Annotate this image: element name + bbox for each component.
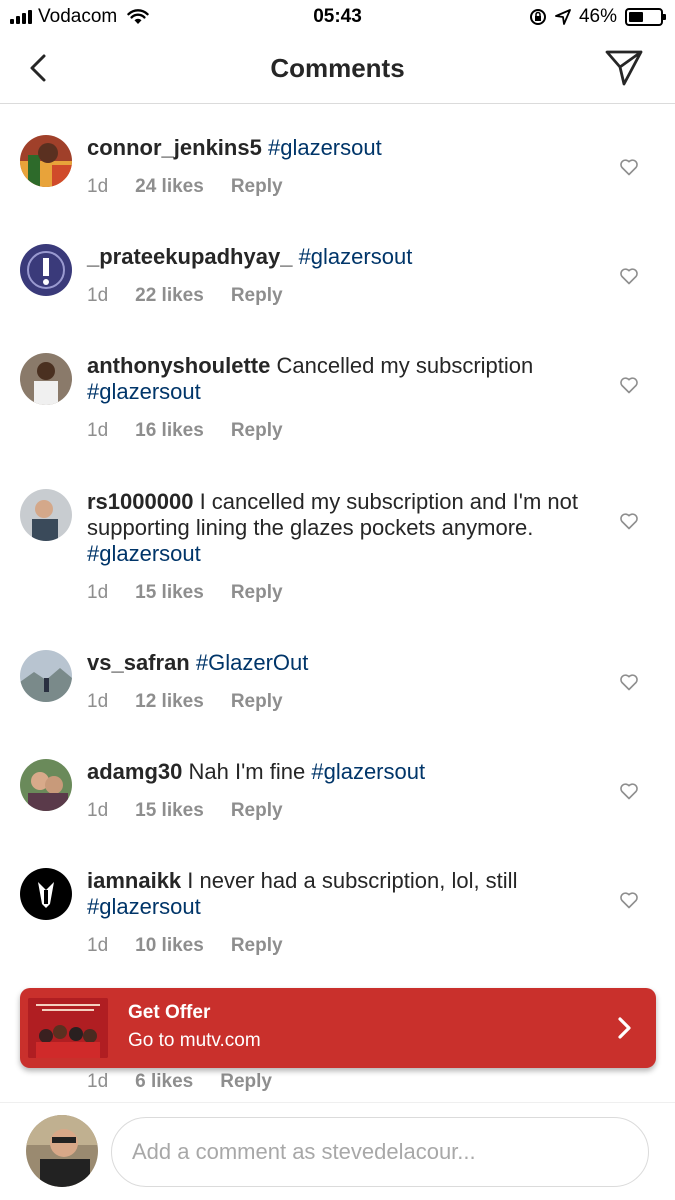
comment-username[interactable]: connor_jenkins5 bbox=[87, 135, 262, 160]
comment-meta: 1d 24 likes Reply bbox=[87, 176, 283, 198]
comment-time: 1d bbox=[87, 176, 109, 197]
heart-icon[interactable] bbox=[619, 890, 639, 910]
comment-likes[interactable]: 15 likes bbox=[135, 582, 204, 604]
reply-button[interactable]: Reply bbox=[231, 420, 283, 442]
avatar[interactable] bbox=[20, 353, 72, 405]
comment-text: adamg30 Nah I'm fine #glazersout bbox=[87, 759, 597, 785]
comment-hashtag[interactable]: #glazersout bbox=[87, 894, 201, 919]
send-icon[interactable] bbox=[603, 48, 645, 88]
chevron-right-icon[interactable] bbox=[614, 1016, 634, 1040]
heart-icon[interactable] bbox=[619, 511, 639, 531]
heart-icon[interactable] bbox=[619, 266, 639, 286]
avatar[interactable] bbox=[20, 650, 72, 702]
heart-icon[interactable] bbox=[619, 672, 639, 692]
comment-time: 1d bbox=[87, 800, 109, 821]
page-title: Comments bbox=[270, 53, 405, 83]
comment-text: rs1000000 I cancelled my subscription an… bbox=[87, 489, 597, 567]
avatar[interactable] bbox=[20, 244, 72, 296]
comment-username[interactable]: rs1000000 bbox=[87, 489, 193, 514]
comment-username[interactable]: iamnaikk bbox=[87, 868, 181, 893]
comment-likes[interactable]: 16 likes bbox=[135, 420, 204, 442]
comment-hashtag[interactable]: #glazersout bbox=[299, 244, 413, 269]
heart-icon[interactable] bbox=[619, 781, 639, 801]
comment-hashtag[interactable]: #glazersout bbox=[311, 759, 425, 784]
comment-username[interactable]: adamg30 bbox=[87, 759, 182, 784]
offer-title: Get Offer bbox=[128, 1002, 211, 1023]
comment-text: anthonyshoulette Cancelled my subscripti… bbox=[87, 353, 597, 405]
battery-fill bbox=[629, 12, 643, 22]
comment-time: 1d bbox=[87, 285, 109, 306]
avatar[interactable] bbox=[26, 1115, 98, 1187]
comment-time: 1d bbox=[87, 1071, 109, 1092]
reply-button[interactable]: Reply bbox=[231, 935, 283, 957]
header: Comments bbox=[0, 36, 675, 104]
heart-icon[interactable] bbox=[619, 157, 639, 177]
reply-button[interactable]: Reply bbox=[231, 800, 283, 822]
comment-hashtag[interactable]: #glazersout bbox=[87, 379, 201, 404]
reply-button[interactable]: Reply bbox=[231, 285, 283, 307]
status-right: 46% bbox=[529, 6, 666, 28]
comment-list[interactable]: connor_jenkins5 #glazersout 1d 24 likes … bbox=[0, 105, 675, 1100]
reply-button[interactable]: Reply bbox=[231, 691, 283, 713]
reply-button[interactable]: Reply bbox=[231, 176, 283, 198]
battery-icon bbox=[625, 8, 666, 26]
reply-button[interactable]: Reply bbox=[231, 582, 283, 604]
comment-hashtag[interactable]: #GlazerOut bbox=[196, 650, 309, 675]
comment-username[interactable]: vs_safran bbox=[87, 650, 190, 675]
comment-meta: 1d 16 likes Reply bbox=[87, 420, 283, 442]
reply-button[interactable]: Reply bbox=[220, 1071, 272, 1093]
comment-time: 1d bbox=[87, 691, 109, 712]
offer-subtitle: Go to mutv.com bbox=[128, 1030, 261, 1051]
comment-hashtag[interactable]: #glazersout bbox=[87, 541, 201, 566]
offer-banner[interactable]: Get Offer Go to mutv.com bbox=[20, 988, 656, 1068]
comment-likes[interactable]: 24 likes bbox=[135, 176, 204, 198]
comment-likes[interactable]: 12 likes bbox=[135, 691, 204, 713]
battery-percent: 46% bbox=[578, 6, 617, 27]
comment-message: Nah I'm fine bbox=[188, 759, 306, 784]
comment-likes[interactable]: 15 likes bbox=[135, 800, 204, 822]
avatar[interactable] bbox=[20, 868, 72, 920]
status-bar: Vodacom 05:43 46% bbox=[0, 0, 675, 36]
comment-likes[interactable]: 22 likes bbox=[135, 285, 204, 307]
comment-likes[interactable]: 6 likes bbox=[135, 1071, 193, 1093]
comment-meta: 1d 15 likes Reply bbox=[87, 582, 283, 604]
comment-time: 1d bbox=[87, 582, 109, 603]
avatar[interactable] bbox=[20, 135, 72, 187]
comment-text: _prateekupadhyay_ #glazersout bbox=[87, 244, 597, 270]
comment-time: 1d bbox=[87, 935, 109, 956]
comment-text: vs_safran #GlazerOut bbox=[87, 650, 597, 676]
comment-time: 1d bbox=[87, 420, 109, 441]
heart-icon[interactable] bbox=[619, 375, 639, 395]
comment-text: connor_jenkins5 #glazersout bbox=[87, 135, 597, 161]
comment-input-bar bbox=[0, 1102, 675, 1200]
comment-likes[interactable]: 10 likes bbox=[135, 935, 204, 957]
comment-text: iamnaikk I never had a subscription, lol… bbox=[87, 868, 597, 920]
comment-meta: 1d 15 likes Reply bbox=[87, 800, 283, 822]
location-icon bbox=[555, 9, 571, 25]
comment-username[interactable]: _prateekupadhyay_ bbox=[87, 244, 292, 269]
comment-meta: 1d 6 likes Reply bbox=[87, 1071, 272, 1093]
avatar[interactable] bbox=[20, 759, 72, 811]
comment-meta: 1d 10 likes Reply bbox=[87, 935, 283, 957]
comment-message: I never had a subscription, lol, still bbox=[187, 868, 518, 893]
offer-thumbnail bbox=[28, 998, 108, 1058]
comment-username[interactable]: anthonyshoulette bbox=[87, 353, 270, 378]
comment-input[interactable] bbox=[111, 1117, 649, 1187]
orientation-lock-icon bbox=[529, 9, 546, 25]
avatar[interactable] bbox=[20, 489, 72, 541]
comment-meta: 1d 22 likes Reply bbox=[87, 285, 283, 307]
comment-hashtag[interactable]: #glazersout bbox=[268, 135, 382, 160]
comment-meta: 1d 12 likes Reply bbox=[87, 691, 283, 713]
comment-message: Cancelled my subscription bbox=[276, 353, 534, 378]
